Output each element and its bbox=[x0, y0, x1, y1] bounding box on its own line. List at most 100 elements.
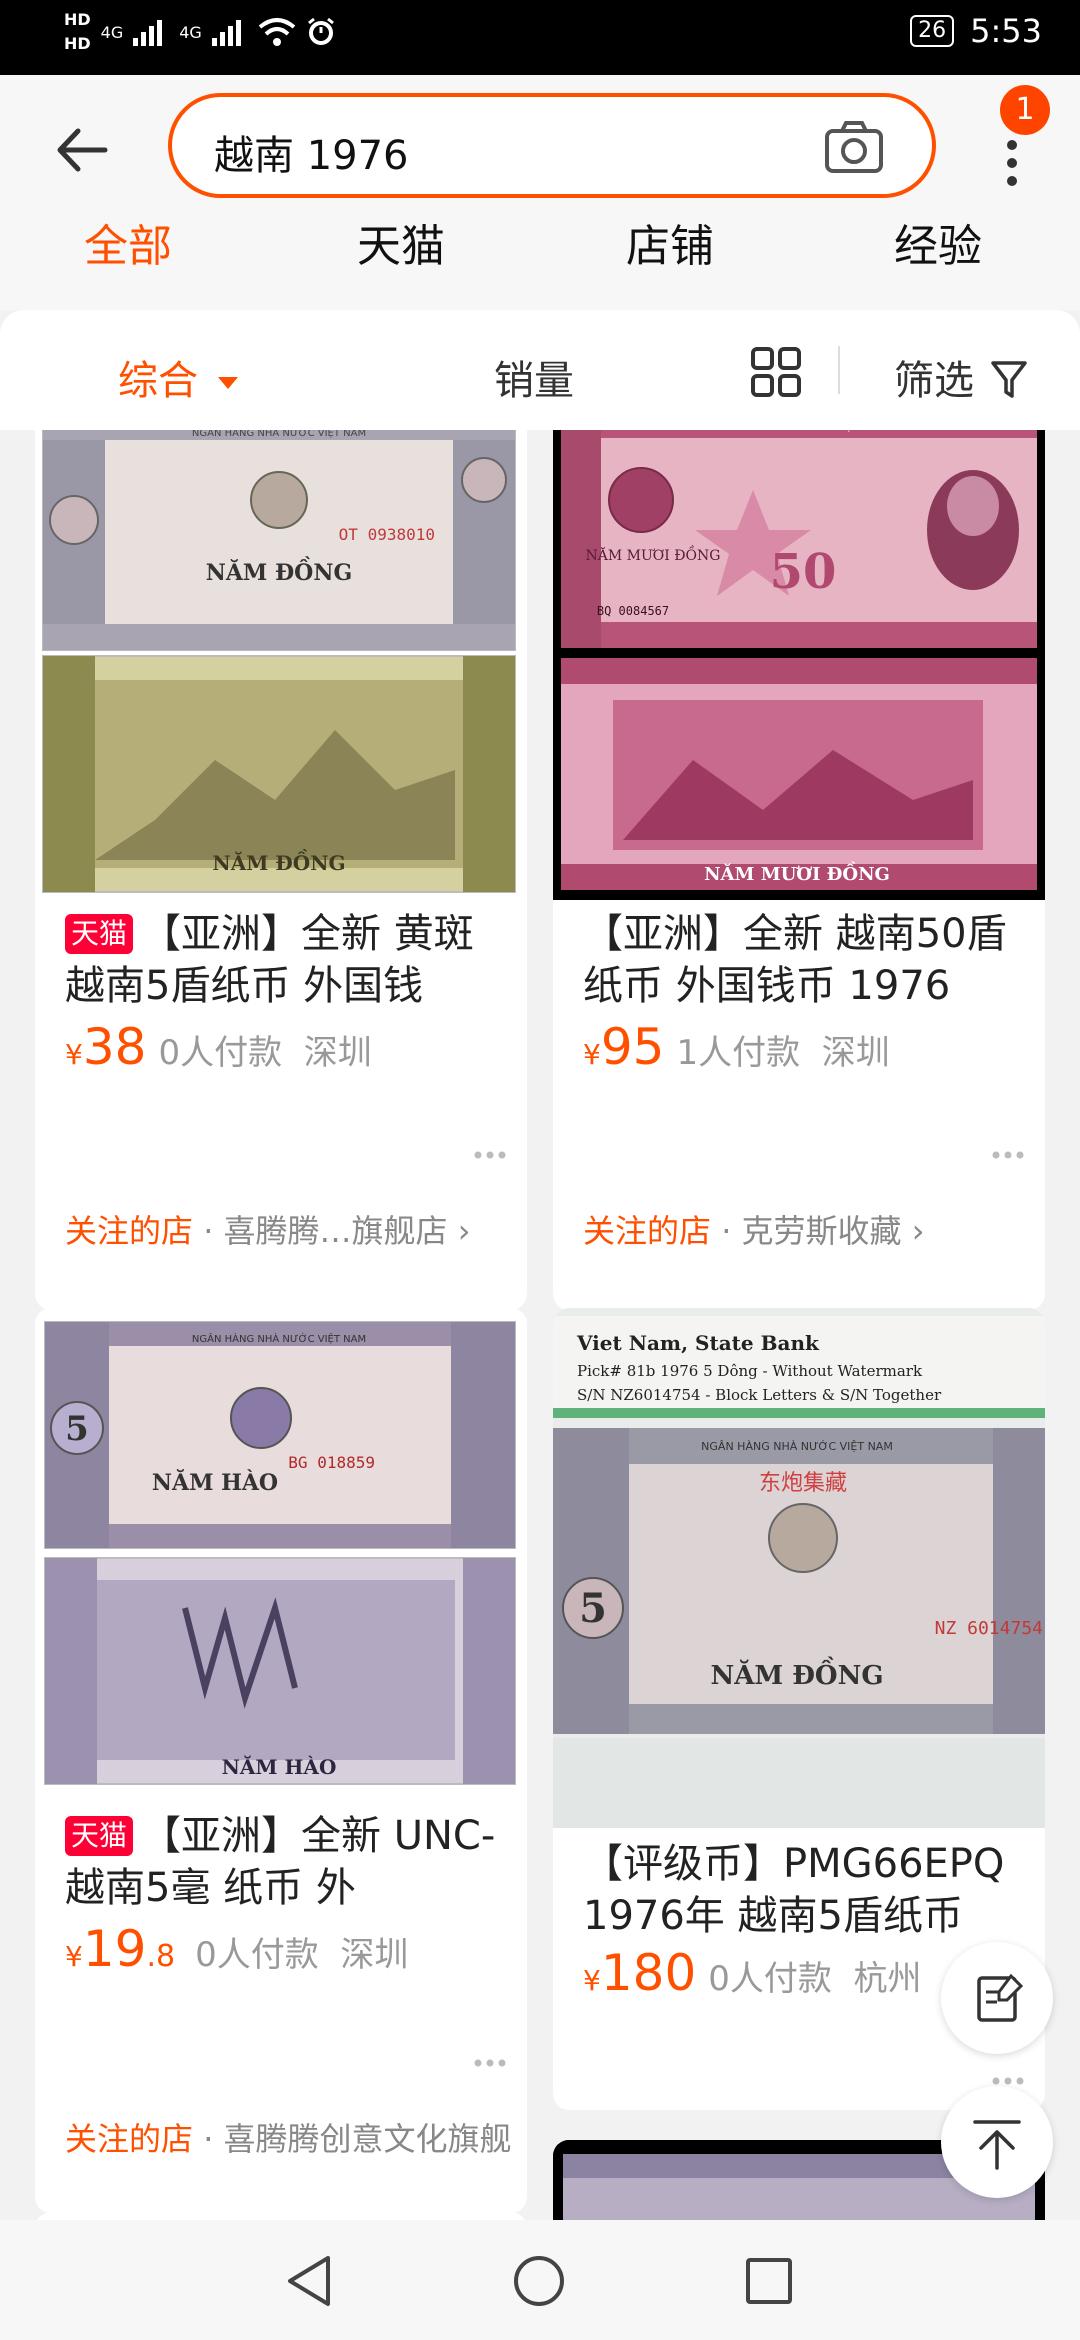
more-dots-icon[interactable] bbox=[991, 2076, 1025, 2086]
status-right: 26 5:53 bbox=[910, 12, 1042, 50]
banknote-text: NGÂN HÀNG NHÀ NƯỚC VIỆT NAM bbox=[701, 1440, 893, 1453]
product-image[interactable]: NGÂN HÀNG NHÀ NƯỚC VIỆT NAM 50 NĂM MƯƠI … bbox=[553, 430, 1045, 900]
currency-symbol: ¥ bbox=[65, 1038, 83, 1071]
signal-label-2: 4G bbox=[179, 22, 202, 42]
product-image[interactable]: 5 NGÂN HÀNG NHÀ NƯỚC VIỆT NAM NĂM HÀO BG… bbox=[35, 1308, 527, 1798]
product-price: 38 bbox=[82, 1018, 147, 1076]
shop-link[interactable]: 关注的店 · 克劳斯收藏 › bbox=[583, 1206, 1043, 1252]
filter-button[interactable]: 筛选 bbox=[894, 348, 1027, 406]
tab-all[interactable]: 全部 bbox=[84, 210, 172, 274]
product-location: 杭州 bbox=[853, 1959, 922, 1999]
signal-icon bbox=[211, 20, 241, 46]
nav-home-icon[interactable] bbox=[512, 2254, 566, 2308]
product-title[interactable]: 【亚洲】全新 越南50盾 纸币 外国钱币 1976 bbox=[583, 908, 1043, 1012]
banknote-serial: BQ 0084567 bbox=[597, 604, 669, 618]
hd-1: HD bbox=[64, 10, 91, 29]
tab-shops[interactable]: 店铺 bbox=[626, 210, 714, 274]
more-dots-icon[interactable] bbox=[473, 2058, 507, 2068]
product-price: 95 bbox=[600, 1018, 665, 1076]
battery-indicator: 26 bbox=[910, 15, 955, 47]
product-location: 深圳 bbox=[303, 1033, 372, 1073]
hd-2: HD bbox=[64, 34, 91, 53]
back-arrow-icon[interactable] bbox=[50, 115, 120, 185]
divider bbox=[838, 346, 840, 394]
more-menu-icon[interactable] bbox=[992, 133, 1032, 193]
tmall-badge: 天猫 bbox=[65, 914, 134, 954]
hd-indicators: HD HD bbox=[64, 8, 91, 56]
arrow-up-icon bbox=[973, 2120, 1021, 2170]
product-title[interactable]: 天猫 【亚洲】全新 黄斑 越南5盾纸币 外国钱 bbox=[65, 908, 525, 1012]
product-location: 深圳 bbox=[821, 1033, 890, 1073]
status-bar: HD HD 4G 4G 26 5:53 bbox=[0, 0, 1080, 75]
follow-label: 关注的店 bbox=[65, 1212, 194, 1250]
caret-down-icon bbox=[217, 377, 238, 389]
more-dots-icon[interactable] bbox=[473, 1150, 507, 1160]
back-to-top-button[interactable] bbox=[941, 2086, 1053, 2198]
currency-symbol: ¥ bbox=[65, 1940, 83, 1973]
tab-tmall[interactable]: 天猫 bbox=[357, 210, 445, 274]
banknote-serial: OT 0938010 bbox=[339, 525, 435, 544]
clock: 5:53 bbox=[970, 12, 1042, 50]
price-line: ¥95 1人付款 深圳 bbox=[583, 1018, 890, 1076]
grid-view-icon[interactable] bbox=[750, 346, 802, 398]
price-line: ¥19.8 0人付款 深圳 bbox=[65, 1920, 408, 1978]
pmg-label-title: Viet Nam, State Bank bbox=[576, 1331, 820, 1355]
system-nav-bar bbox=[0, 2220, 1080, 2340]
notification-badge: 1 bbox=[1000, 85, 1050, 135]
price-line: ¥180 0人付款 杭州 bbox=[583, 1944, 922, 2002]
banknote-serial: BG 018859 bbox=[288, 1453, 375, 1472]
more-dots-icon[interactable] bbox=[991, 1150, 1025, 1160]
product-price: 19 bbox=[82, 1920, 147, 1978]
follow-label: 关注的店 bbox=[65, 2120, 194, 2158]
currency-symbol: ¥ bbox=[583, 1038, 601, 1071]
product-image[interactable]: NGÂN HÀNG NHÀ NƯỚC VIỆT NAM NĂM ĐỒNG OT … bbox=[35, 430, 527, 900]
search-box[interactable]: 越南 1976 bbox=[168, 93, 936, 198]
nav-recents-icon[interactable] bbox=[744, 2256, 794, 2306]
product-card[interactable]: NGÂN HÀNG NHÀ NƯỚC VIỆT NAM NĂM ĐỒNG OT … bbox=[35, 430, 527, 1310]
product-card[interactable]: NGÂN HÀNG NHÀ NƯỚC VIỆT NAM 50 NĂM MƯƠI … bbox=[553, 430, 1045, 1310]
svg-text:5: 5 bbox=[579, 1585, 607, 1632]
banknote-text: NGÂN HÀNG NHÀ NƯỚC VIỆT NAM bbox=[710, 430, 884, 433]
product-title[interactable]: 【评级币】PMG66EPQ 1976年 越南5盾纸币 bbox=[583, 1838, 1043, 1942]
funnel-icon bbox=[990, 361, 1027, 398]
alarm-icon bbox=[307, 17, 334, 45]
currency-symbol: ¥ bbox=[583, 1964, 601, 1997]
pmg-label-serial: S/N NZ6014754 - Block Letters & S/N Toge… bbox=[577, 1386, 942, 1404]
pmg-label-pick: Pick# 81b 1976 5 Dông - Without Watermar… bbox=[577, 1362, 923, 1380]
shop-link[interactable]: 关注的店 · 喜腾腾…旗舰店 › bbox=[65, 1206, 525, 1252]
feedback-button[interactable] bbox=[941, 1942, 1053, 2054]
buyer-count: 0人付款 bbox=[158, 1033, 283, 1073]
signal-icon bbox=[133, 20, 163, 46]
banknote-serial: NZ 6014754 bbox=[935, 1618, 1043, 1639]
product-card[interactable]: 5 NGÂN HÀNG NHÀ NƯỚC VIỆT NAM NĂM HÀO BG… bbox=[35, 1308, 527, 2213]
results-grid[interactable]: NGÂN HÀNG NHÀ NƯỚC VIỆT NAM NĂM ĐỒNG OT … bbox=[0, 430, 1080, 2220]
product-title[interactable]: 天猫 【亚洲】全新 UNC- 越南5毫 纸币 外 bbox=[65, 1810, 525, 1914]
search-header: 越南 1976 1 全部 天猫 店铺 经验 bbox=[0, 75, 1080, 310]
wifi-icon bbox=[258, 18, 296, 46]
shop-name: 喜腾腾…旗舰店 › bbox=[223, 1212, 471, 1250]
buyer-count: 0人付款 bbox=[708, 1959, 832, 1999]
banknote-text: NĂM ĐỒNG bbox=[212, 848, 345, 875]
product-price-decimal: .8 bbox=[146, 1939, 176, 1974]
status-left: HD HD 4G 4G bbox=[64, 8, 336, 56]
banknote-text: NGÂN HÀNG NHÀ NƯỚC VIỆT NAM bbox=[192, 1332, 366, 1345]
buyer-count: 1人付款 bbox=[676, 1033, 801, 1073]
banknote-text: NĂM ĐỒNG bbox=[206, 556, 352, 586]
buyer-count: 0人付款 bbox=[195, 1935, 319, 1975]
banknote-text: NĂM MƯƠI ĐỒNG bbox=[704, 860, 890, 885]
camera-icon[interactable] bbox=[824, 119, 884, 175]
shop-link[interactable]: 关注的店 · 喜腾腾创意文化旗舰 bbox=[65, 2114, 525, 2160]
banknote-text: NĂM HÀO bbox=[222, 1754, 337, 1779]
product-location: 深圳 bbox=[340, 1935, 409, 1975]
nav-back-icon[interactable] bbox=[284, 2254, 334, 2308]
product-card[interactable] bbox=[35, 2212, 527, 2220]
search-input[interactable]: 越南 1976 bbox=[214, 123, 409, 181]
sort-sales[interactable]: 销量 bbox=[494, 348, 574, 406]
sort-comprehensive[interactable]: 综合 bbox=[118, 348, 239, 406]
banknote-text: NGÂN HÀNG NHÀ NƯỚC VIỆT NAM bbox=[192, 430, 366, 439]
svg-text:50: 50 bbox=[770, 544, 837, 600]
tab-experience[interactable]: 经验 bbox=[894, 210, 982, 274]
tmall-badge: 天猫 bbox=[65, 1816, 134, 1856]
shop-name: 克劳斯收藏 › bbox=[741, 1212, 925, 1250]
product-image[interactable]: Viet Nam, State Bank Pick# 81b 1976 5 Dô… bbox=[553, 1308, 1045, 1828]
